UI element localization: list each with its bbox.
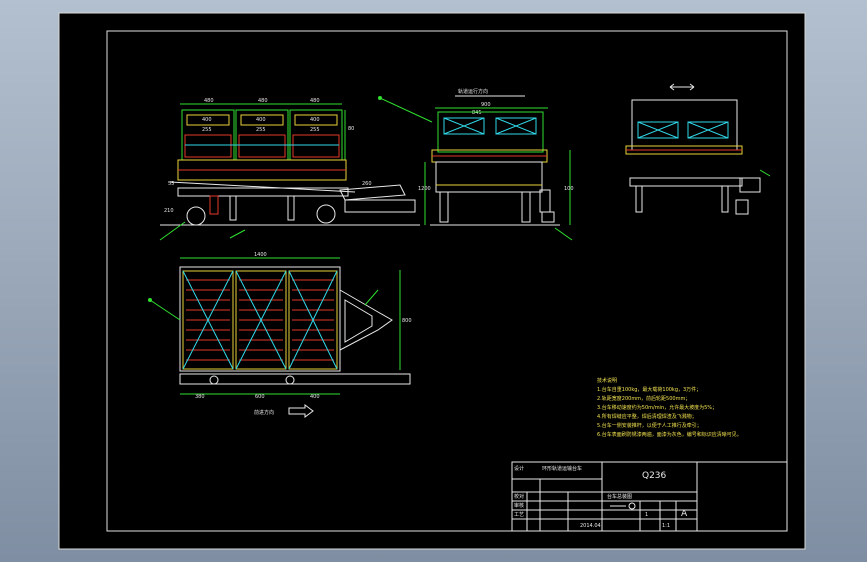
- dim-inner-2: 400: [256, 117, 266, 123]
- note-2: 2.轨距宽度200mm，前后轮距500mm；: [597, 395, 690, 402]
- note-6: 6.台车表面刷防锈漆两遍，面漆为灰色，编号和标识应清晰可见。: [597, 431, 742, 438]
- note-4: 4.所有焊缝应平整，焊后清理焊渣及飞溅物；: [597, 413, 697, 420]
- title-row-process: 工艺: [514, 512, 524, 518]
- cad-viewport: 480 480 480 400 400 400 255 255 255 80 2…: [0, 0, 867, 562]
- material-label: Q236: [642, 471, 667, 481]
- dim-small-1: 255: [202, 127, 212, 133]
- dim-side-h2: 100: [564, 186, 574, 192]
- dim-inner-1: 400: [202, 117, 212, 123]
- direction-bottom-label: 前进方向: [254, 409, 274, 416]
- sheet-size-label: A: [681, 509, 688, 519]
- dim-left-h2: 210: [164, 208, 174, 214]
- dim-plan-length: 1400: [254, 252, 267, 258]
- quantity-value: 1: [645, 512, 648, 518]
- note-5: 5.台车一侧安装推杆，以便于人工推行及牵引；: [597, 422, 702, 429]
- title-row-check: 校对: [514, 493, 524, 500]
- sheet-background: [58, 12, 806, 550]
- dim-inner-3: 400: [310, 117, 320, 123]
- dim-side-h: 1200: [418, 186, 431, 192]
- note-3: 3.台车移动速度约为50m/min，允许最大坡度为5%；: [597, 404, 717, 411]
- note-1: 1.台车自重100kg，最大载荷100kg，3万件；: [597, 386, 701, 393]
- dim-top-1: 480: [204, 98, 214, 104]
- dim-plan-b3: 400: [310, 394, 320, 400]
- dim-right-height: 80: [348, 126, 354, 132]
- dim-left-h1: 55: [168, 181, 174, 187]
- title-designer-top: 环形轨道运输台车: [542, 465, 582, 472]
- dim-side-inner: 845: [472, 110, 482, 116]
- dim-side-width: 900: [481, 102, 491, 108]
- dim-tow: 260: [362, 181, 372, 187]
- date-value: 2014.04: [580, 523, 601, 529]
- dim-top-3: 480: [310, 98, 320, 104]
- dim-plan-b2: 600: [255, 394, 265, 400]
- dim-top-2: 480: [258, 98, 268, 104]
- dim-small-3: 255: [310, 127, 320, 133]
- drawing-sheet: 480 480 480 400 400 400 255 255 255 80 2…: [58, 12, 806, 550]
- note-0: 技术说明: [597, 377, 617, 384]
- title-row-design: 设计: [514, 465, 524, 472]
- dim-plan-width: 800: [402, 318, 412, 324]
- scale-value: 1:1: [662, 523, 670, 529]
- dim-small-2: 255: [256, 127, 266, 133]
- part-name: 台车总装图: [607, 493, 632, 500]
- dim-plan-b1: 380: [195, 394, 205, 400]
- title-row-review: 审核: [514, 502, 524, 509]
- direction-top-label: 轨道运行方向: [458, 88, 488, 95]
